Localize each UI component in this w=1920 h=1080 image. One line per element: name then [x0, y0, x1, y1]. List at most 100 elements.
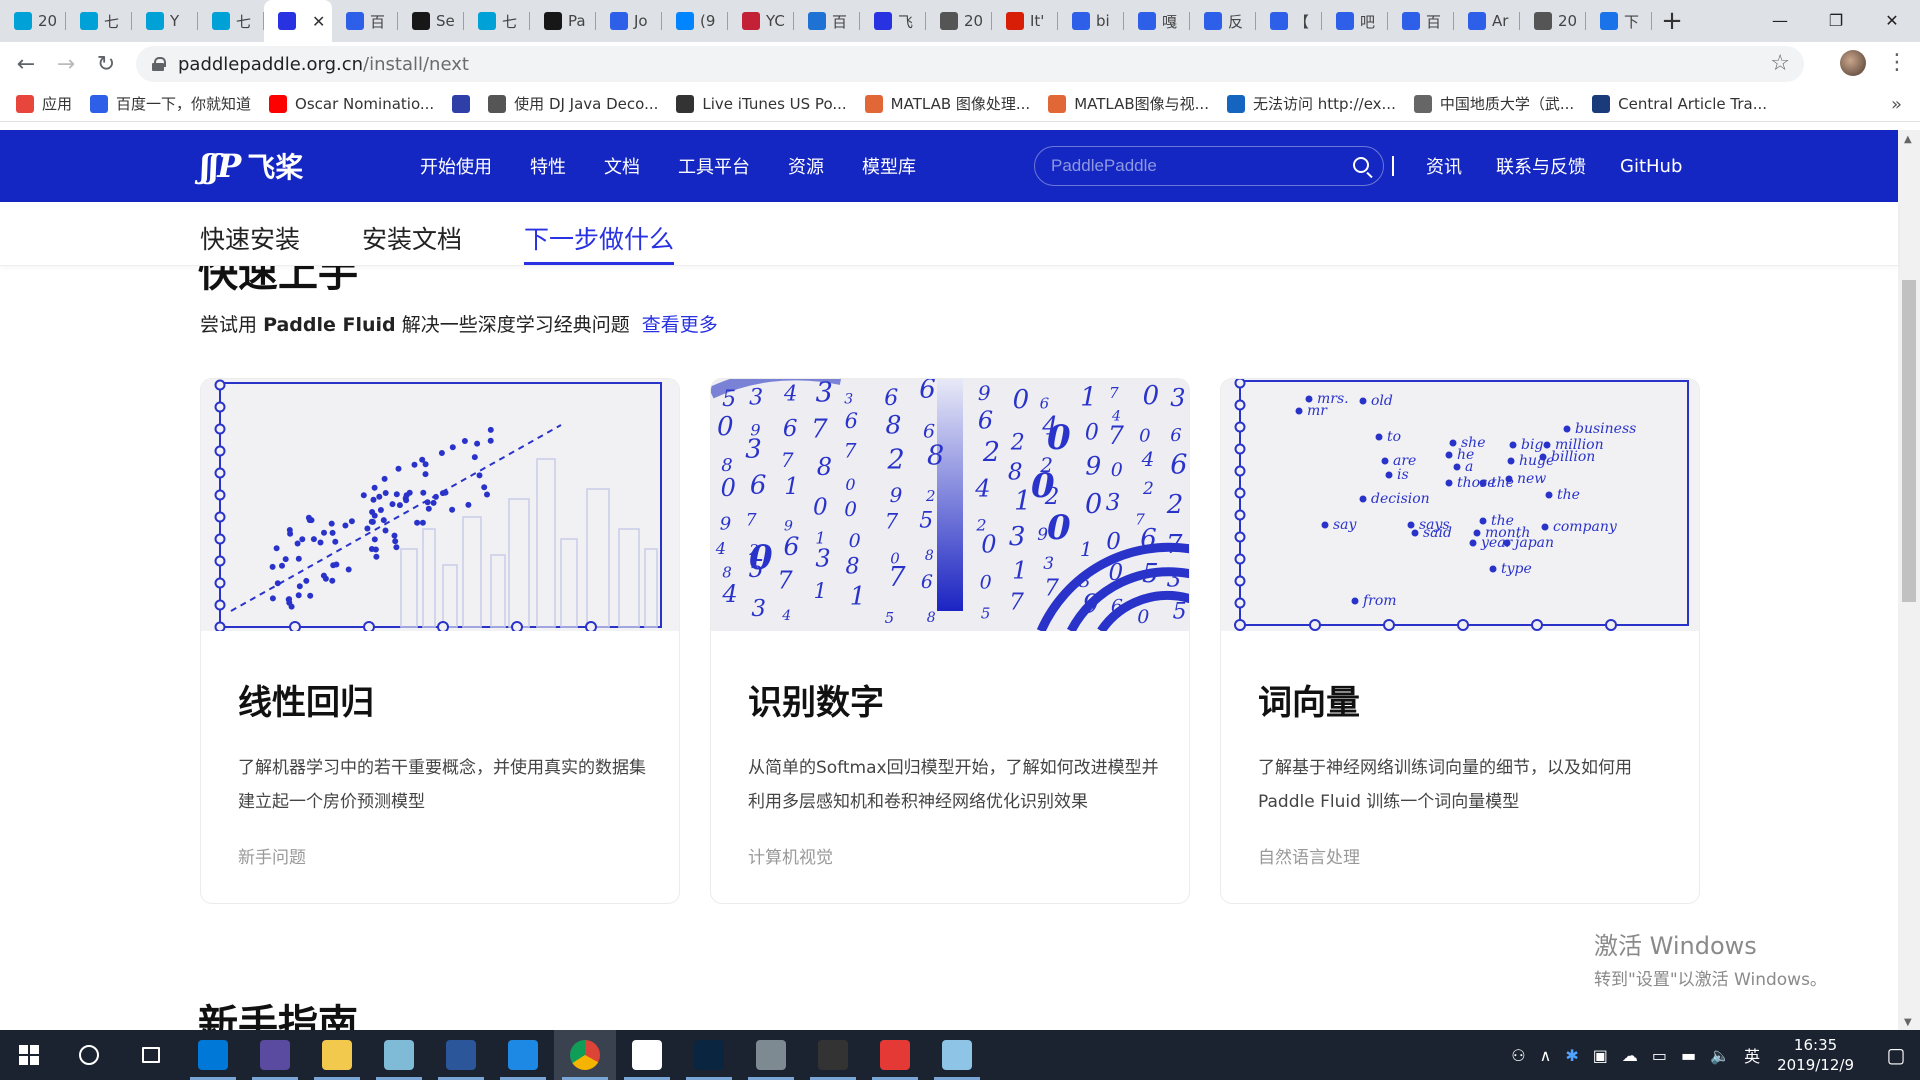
- browser-tab[interactable]: 【: [1256, 0, 1322, 42]
- bookmark-item[interactable]: 无法访问 http://ex...: [1226, 93, 1396, 114]
- clapper-taskbar-button[interactable]: [616, 1030, 678, 1080]
- browser-tab[interactable]: Pa: [530, 0, 596, 42]
- scrollbar-thumb[interactable]: [1902, 280, 1916, 602]
- browser-tab[interactable]: Y: [132, 0, 198, 42]
- search-circle-taskbar-button[interactable]: [58, 1030, 120, 1080]
- restore-button[interactable]: ❐: [1808, 0, 1864, 40]
- tray-chevron-icon[interactable]: ∧: [1540, 1046, 1552, 1065]
- sticker-taskbar-button[interactable]: [926, 1030, 988, 1080]
- nav-link-news[interactable]: 资讯: [1426, 153, 1462, 179]
- browser-tab[interactable]: 百: [332, 0, 398, 42]
- browser-tab[interactable]: 吧: [1322, 0, 1388, 42]
- vr-headset-taskbar-button[interactable]: [244, 1030, 306, 1080]
- browser-tab[interactable]: 百: [794, 0, 860, 42]
- scroll-up-arrow-icon[interactable]: ▲: [1904, 134, 1912, 145]
- browser-tab[interactable]: 飞: [860, 0, 926, 42]
- bookmark-item[interactable]: Central Article Tra...: [1592, 94, 1767, 113]
- view-more-link[interactable]: 查看更多: [642, 314, 718, 336]
- bookmark-item[interactable]: 应用: [16, 93, 72, 114]
- nav-link-github[interactable]: GitHub: [1620, 156, 1682, 177]
- nav-link-resources[interactable]: 资源: [788, 153, 824, 179]
- tab-active[interactable]: ✕: [264, 0, 332, 42]
- photoshop-taskbar-button[interactable]: [678, 1030, 740, 1080]
- bookmark-item[interactable]: MATLAB图像与视...: [1048, 93, 1209, 114]
- browser-tab[interactable]: 20: [1520, 0, 1586, 42]
- browser-tab[interactable]: Se: [398, 0, 464, 42]
- g-taskbar-button[interactable]: [864, 1030, 926, 1080]
- battery-icon[interactable]: ▬: [1681, 1046, 1696, 1065]
- bookmarks-overflow-icon[interactable]: »: [1891, 94, 1902, 115]
- drive-taskbar-button[interactable]: [740, 1030, 802, 1080]
- bookmark-star-icon[interactable]: ☆: [1770, 51, 1790, 76]
- search-icon[interactable]: [1353, 157, 1369, 173]
- card-linear-regression[interactable]: 线性回归 了解机器学习中的若干重要概念，并使用真实的数据集建立起一个房价预测模型…: [200, 378, 680, 904]
- forward-button[interactable]: →: [46, 44, 86, 84]
- close-window-button[interactable]: ✕: [1864, 0, 1920, 40]
- clock[interactable]: 16:35 2019/12/9: [1777, 1035, 1854, 1075]
- network-icon[interactable]: ▭: [1652, 1046, 1667, 1065]
- bookmark-item[interactable]: Live iTunes US Po...: [676, 94, 847, 113]
- chrome-taskbar-button[interactable]: [554, 1030, 616, 1080]
- card-word-vector[interactable]: mrs. mr old to are is she he a those the big huge bil…: [1220, 378, 1700, 904]
- browser-tab[interactable]: 七: [464, 0, 530, 42]
- address-bar[interactable]: paddlepaddle.org.cn/install/next ☆: [136, 46, 1804, 82]
- browser-tab[interactable]: bi: [1058, 0, 1124, 42]
- nav-link-features[interactable]: 特性: [530, 153, 566, 179]
- ime-indicator[interactable]: 英: [1744, 1043, 1760, 1067]
- nav-link-tools[interactable]: 工具平台: [678, 153, 750, 179]
- browser-tab[interactable]: 20: [926, 0, 992, 42]
- bookmark-item[interactable]: 中国地质大学（武...: [1413, 93, 1574, 114]
- browser-tab[interactable]: 20: [0, 0, 66, 42]
- task-view-taskbar-button[interactable]: [120, 1030, 182, 1080]
- bookmark-item[interactable]: 使用 DJ Java Deco...: [488, 93, 658, 114]
- svg-text:6: 6: [1170, 425, 1181, 446]
- site-search-input[interactable]: [1051, 156, 1341, 176]
- browser-tab[interactable]: 下: [1586, 0, 1652, 42]
- people-icon[interactable]: ⚇: [1511, 1046, 1525, 1065]
- nav-link-docs[interactable]: 文档: [604, 153, 640, 179]
- new-tab-button[interactable]: +: [1652, 0, 1692, 42]
- card-digits[interactable]: 5080948439367253467196743780131367000816…: [710, 378, 1190, 904]
- music-disc-taskbar-button[interactable]: [802, 1030, 864, 1080]
- notification-center-icon[interactable]: ▢: [1872, 1043, 1920, 1067]
- nav-link-get-started[interactable]: 开始使用: [420, 153, 492, 179]
- browser-tab[interactable]: It': [992, 0, 1058, 42]
- subnav-tab-quick-install[interactable]: 快速安装: [200, 220, 300, 256]
- volume-icon[interactable]: 🔈: [1710, 1046, 1730, 1065]
- subnav-tab-whats-next[interactable]: 下一步做什么: [524, 220, 674, 256]
- bookmark-item[interactable]: MATLAB 图像处理...: [864, 93, 1030, 114]
- bluetooth-icon[interactable]: ✱: [1565, 1046, 1578, 1065]
- browser-tab[interactable]: 反: [1190, 0, 1256, 42]
- browser-tab[interactable]: Ar: [1454, 0, 1520, 42]
- browser-tab[interactable]: 七: [198, 0, 264, 42]
- browser-menu-icon[interactable]: ⋮: [1886, 50, 1908, 75]
- eraser-taskbar-button[interactable]: [368, 1030, 430, 1080]
- edge-taskbar-button[interactable]: [182, 1030, 244, 1080]
- word-taskbar-button[interactable]: [430, 1030, 492, 1080]
- nav-link-models[interactable]: 模型库: [862, 153, 916, 179]
- browser-tab[interactable]: (9: [662, 0, 728, 42]
- onedrive-icon[interactable]: ☁: [1622, 1046, 1638, 1065]
- file-explorer-taskbar-button[interactable]: [306, 1030, 368, 1080]
- bookmark-item[interactable]: [452, 94, 471, 113]
- nav-link-contact[interactable]: 联系与反馈: [1496, 153, 1586, 179]
- browser-tab[interactable]: 七: [66, 0, 132, 42]
- browser-tab[interactable]: 百: [1388, 0, 1454, 42]
- security-icon[interactable]: ▣: [1593, 1046, 1608, 1065]
- reload-button[interactable]: ↻: [86, 44, 126, 84]
- browser-tab[interactable]: YC: [728, 0, 794, 42]
- browser-tab[interactable]: Jo: [596, 0, 662, 42]
- bookmark-item[interactable]: Oscar Nominatio...: [269, 94, 434, 113]
- app-5-taskbar-button[interactable]: [492, 1030, 554, 1080]
- profile-avatar[interactable]: [1840, 50, 1866, 76]
- start-button[interactable]: [0, 1030, 58, 1080]
- browser-tab[interactable]: 嘎: [1124, 0, 1190, 42]
- close-tab-icon[interactable]: ✕: [312, 12, 325, 31]
- scroll-down-arrow-icon[interactable]: ▼: [1904, 1017, 1912, 1028]
- bookmark-item[interactable]: 百度一下，你就知道: [90, 93, 251, 114]
- paddle-logo[interactable]: ʃʃP 飞桨: [200, 146, 303, 186]
- page-scrollbar[interactable]: ▲ ▼: [1898, 130, 1920, 1030]
- subnav-tab-install-docs[interactable]: 安装文档: [362, 220, 462, 256]
- back-button[interactable]: ←: [6, 44, 46, 84]
- minimize-button[interactable]: —: [1752, 0, 1808, 40]
